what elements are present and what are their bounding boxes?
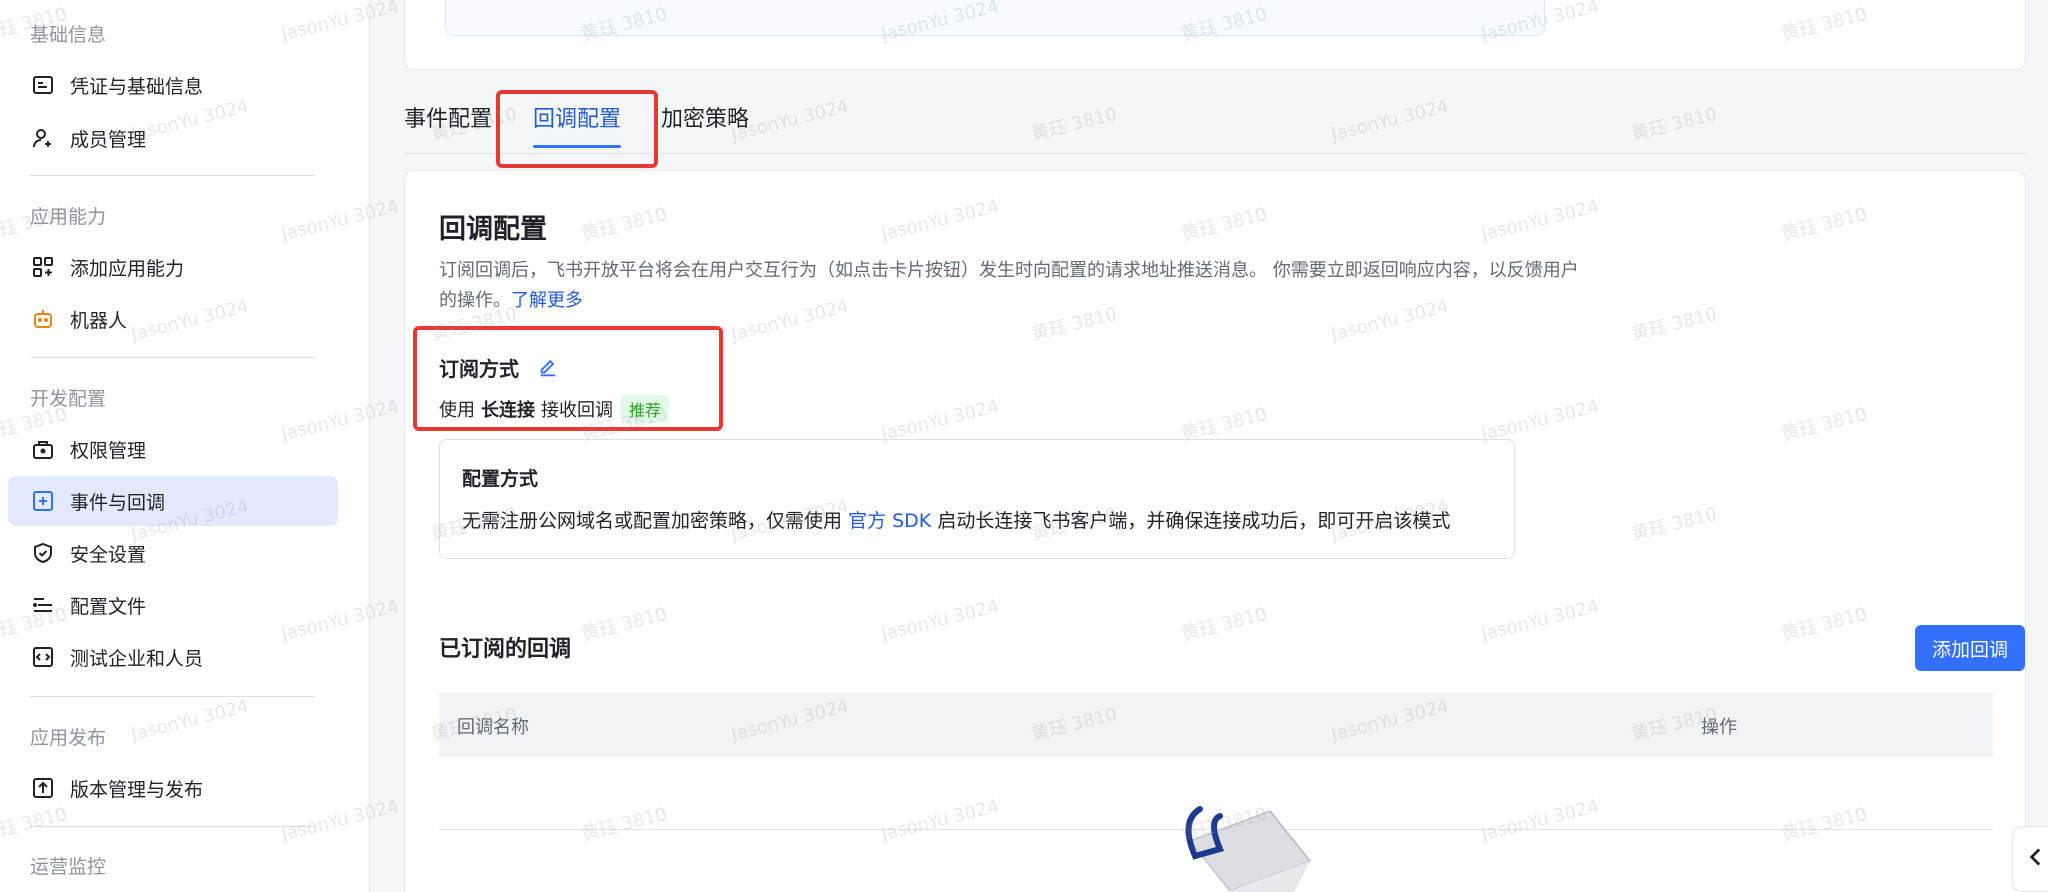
sidebar-item-credentials[interactable]: 凭证与基础信息 xyxy=(8,60,338,110)
sidebar-item-label: 安全设置 xyxy=(70,543,147,566)
subscribe-method-title: 订阅方式 xyxy=(439,353,559,382)
callback-config-card: 回调配置 订阅回调后，飞书开放平台将会在用户交互行为（如点击卡片按钮）发生时向配… xyxy=(404,170,2026,892)
tab-event-config[interactable]: 事件配置 xyxy=(404,104,492,148)
sidebar-item-label: 配置文件 xyxy=(70,595,147,618)
sidebar-item-label: 凭证与基础信息 xyxy=(70,75,204,98)
sidebar-item-label: 添加应用能力 xyxy=(70,257,185,280)
sidebar-item-label: 成员管理 xyxy=(70,128,147,151)
tab-bar: 事件配置 回调配置 加密策略 xyxy=(404,90,2026,168)
table-header: 回调名称 操作 xyxy=(439,693,1993,757)
grid-add-icon xyxy=(30,254,56,280)
user-add-icon xyxy=(30,125,56,151)
config-method-box: 配置方式 无需注册公网域名或配置加密策略，仅需使用 官方 SDK 启动长连接飞书… xyxy=(439,439,1515,559)
app-window: 基础信息 凭证与基础信息 成员管理 应用能力 添加应用能力 机器人 开发配置 权… xyxy=(0,0,2048,892)
sidebar-item-label: 机器人 xyxy=(70,309,128,332)
sidebar-item-test-org[interactable]: 测试企业和人员 xyxy=(8,632,338,682)
subscribe-method-label: 订阅方式 xyxy=(439,357,519,381)
id-card-icon xyxy=(30,72,56,98)
top-card xyxy=(404,0,2026,70)
section-description: 订阅回调后，飞书开放平台将会在用户交互行为（如点击卡片按钮）发生时向配置的请求地… xyxy=(439,256,1589,316)
list-icon xyxy=(30,592,56,618)
tab-encryption[interactable]: 加密策略 xyxy=(661,104,749,148)
edit-icon[interactable] xyxy=(537,357,559,379)
description-text: 订阅回调后，飞书开放平台将会在用户交互行为（如点击卡片按钮）发生时向配置的请求地… xyxy=(439,260,1579,311)
code-icon xyxy=(30,644,56,670)
config-method-title: 配置方式 xyxy=(462,468,539,490)
sidebar-item-config-file[interactable]: 配置文件 xyxy=(8,580,338,630)
sidebar-group-title: 应用发布 xyxy=(30,727,107,749)
sub-bold: 长连接 xyxy=(481,400,535,421)
learn-more-link[interactable]: 了解更多 xyxy=(511,290,583,311)
sidebar-divider xyxy=(30,357,315,358)
sidebar-divider xyxy=(30,175,315,176)
tab-callback-config[interactable]: 回调配置 xyxy=(533,104,622,148)
column-header-name: 回调名称 xyxy=(457,717,529,738)
shield-check-icon xyxy=(30,540,56,566)
sidebar: 基础信息 凭证与基础信息 成员管理 应用能力 添加应用能力 机器人 开发配置 权… xyxy=(0,0,370,892)
subscribed-callbacks-title: 已订阅的回调 xyxy=(439,637,572,662)
sidebar-item-label: 权限管理 xyxy=(70,439,147,462)
upload-icon xyxy=(30,775,56,801)
sidebar-group-title: 运营监控 xyxy=(30,856,107,878)
recommend-tag: 推荐 xyxy=(621,395,670,423)
top-card-inner xyxy=(445,0,1545,36)
sidebar-item-permissions[interactable]: 权限管理 xyxy=(8,424,338,474)
robot-icon xyxy=(30,306,56,332)
main-content: 事件配置 回调配置 加密策略 回调配置 订阅回调后，飞书开放平台将会在用户交互行… xyxy=(371,0,2048,892)
collapse-panel-button[interactable] xyxy=(2012,826,2048,892)
sidebar-item-add-capability[interactable]: 添加应用能力 xyxy=(8,242,338,292)
sidebar-group-title: 开发配置 xyxy=(30,388,107,410)
config-text-2: 启动长连接飞书客户端，并确保连接成功后，即可开启该模式 xyxy=(937,510,1451,532)
add-callback-button[interactable]: 添加回调 xyxy=(1915,625,2025,671)
section-title: 回调配置 xyxy=(439,214,547,245)
sidebar-item-events-callbacks[interactable]: 事件与回调 xyxy=(8,476,338,526)
sidebar-item-release[interactable]: 版本管理与发布 xyxy=(8,763,338,813)
sidebar-item-label: 事件与回调 xyxy=(70,491,166,514)
column-header-actions: 操作 xyxy=(1701,717,1737,738)
event-add-icon xyxy=(30,488,56,514)
empty-state-illustration xyxy=(1160,801,1340,892)
sidebar-divider xyxy=(30,696,315,697)
sidebar-group-title: 应用能力 xyxy=(30,206,107,228)
sidebar-item-members[interactable]: 成员管理 xyxy=(8,113,338,163)
sidebar-group-title: 基础信息 xyxy=(30,24,107,46)
sidebar-item-label: 测试企业和人员 xyxy=(70,647,204,670)
sidebar-divider xyxy=(30,826,315,827)
chevron-left-icon xyxy=(2023,844,2048,874)
sub-prefix: 使用 xyxy=(439,400,475,421)
sidebar-item-label: 版本管理与发布 xyxy=(70,778,204,801)
config-method-text: 无需注册公网域名或配置加密策略，仅需使用 官方 SDK 启动长连接飞书客户端，并… xyxy=(462,506,1450,533)
config-text-1: 无需注册公网域名或配置加密策略，仅需使用 xyxy=(462,510,843,532)
subscribe-method-value: 使用 长连接 接收回调 推荐 xyxy=(439,395,670,423)
lock-bag-icon xyxy=(30,436,56,462)
sidebar-item-security[interactable]: 安全设置 xyxy=(8,528,338,578)
official-sdk-link[interactable]: 官方 SDK xyxy=(848,510,931,532)
sidebar-item-bot[interactable]: 机器人 xyxy=(8,294,338,344)
sub-suffix: 接收回调 xyxy=(541,400,613,421)
